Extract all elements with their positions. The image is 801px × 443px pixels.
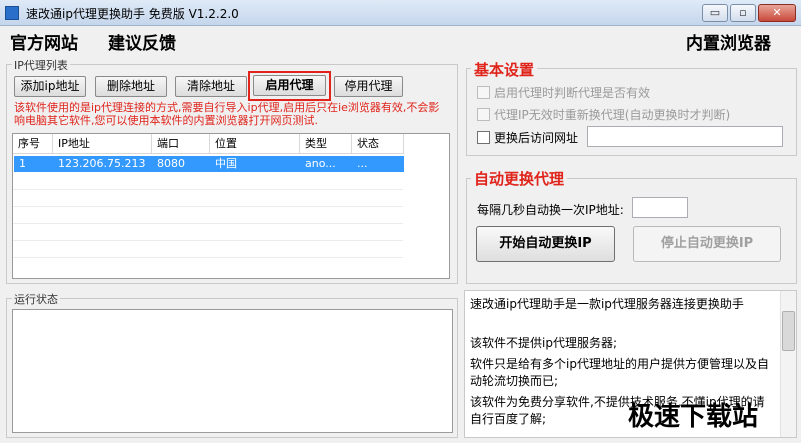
app-icon: [5, 6, 19, 20]
feedback-link[interactable]: 建议反馈: [108, 29, 176, 54]
cell-status: ...: [357, 157, 368, 170]
window-title: 速改通ip代理更换助手 免费版 V1.2.2.0: [26, 7, 239, 21]
grid-line: [13, 189, 403, 190]
column-header-type[interactable]: 类型: [300, 134, 352, 154]
enable-proxy-button[interactable]: 启用代理: [253, 75, 326, 96]
grid-line: [13, 257, 403, 258]
about-paragraph: 该软件不提供ip代理服务器;: [470, 336, 617, 350]
column-header-status[interactable]: 状态: [352, 134, 404, 154]
enable-proxy-highlight: 启用代理: [248, 71, 331, 101]
basic-settings-title: 基本设置: [471, 59, 538, 80]
column-header-ip[interactable]: IP地址: [53, 134, 152, 154]
builtin-browser-link[interactable]: 内置浏览器: [686, 29, 771, 54]
add-ip-button[interactable]: 添加ip地址: [14, 76, 86, 97]
reswitch-invalid-checkbox[interactable]: [477, 108, 490, 121]
stop-auto-change-button[interactable]: 停止自动更换IP: [633, 226, 781, 262]
run-status-log[interactable]: [12, 309, 453, 433]
about-paragraph: 软件只是给有多个ip代理地址的用户提供方便管理以及自动轮流切换而已;: [470, 357, 769, 388]
visit-url-input[interactable]: [587, 126, 783, 147]
about-paragraph: 速改通ip代理助手是一款ip代理服务器连接更换助手: [470, 297, 744, 311]
maximize-button[interactable]: ▫: [730, 4, 756, 22]
cell-port: 8080: [157, 157, 185, 170]
cell-type: ano...: [305, 157, 336, 170]
column-header-index[interactable]: 序号: [13, 134, 53, 154]
proxy-table[interactable]: 序号 IP地址 端口 位置 类型 状态 1 123.206.75.213 808…: [12, 133, 450, 279]
usage-notice: 该软件使用的是ip代理连接的方式,需要自行导入ip代理,启用后只在ie浏览器有效…: [14, 101, 440, 127]
scrollbar-thumb[interactable]: [782, 311, 795, 351]
title-bar: 速改通ip代理更换助手 免费版 V1.2.2.0 ▭ ▫ ✕: [0, 0, 801, 26]
about-scrollbar[interactable]: [780, 291, 796, 437]
column-header-port[interactable]: 端口: [152, 134, 210, 154]
watermark: 极速下载站: [628, 402, 759, 432]
grid-line: [13, 206, 403, 207]
start-auto-change-button[interactable]: 开始自动更换IP: [476, 226, 615, 262]
validate-proxy-checkbox[interactable]: [477, 86, 490, 99]
official-site-link[interactable]: 官方网站: [10, 29, 78, 54]
delete-address-button[interactable]: 删除地址: [95, 76, 167, 97]
validate-proxy-label: 启用代理时判断代理是否有效: [494, 86, 651, 100]
cell-location: 中国: [215, 157, 237, 170]
reswitch-invalid-label: 代理IP无效时重新换代理(自动更换时才判断): [494, 108, 731, 122]
grid-line: [13, 223, 403, 224]
run-status-label: 运行状态: [12, 291, 60, 307]
close-button[interactable]: ✕: [758, 4, 796, 22]
clear-address-button[interactable]: 清除地址: [175, 76, 247, 97]
proxy-list-label: IP代理列表: [12, 57, 70, 73]
interval-label: 每隔几秒自动换一次IP地址:: [477, 203, 624, 217]
interval-input[interactable]: [632, 197, 688, 218]
disable-proxy-button[interactable]: 停用代理: [334, 76, 403, 97]
auto-change-title: 自动更换代理: [471, 168, 568, 189]
minimize-button[interactable]: ▭: [702, 4, 728, 22]
visit-url-label: 更换后访问网址: [494, 131, 579, 145]
visit-url-checkbox[interactable]: [477, 131, 490, 144]
cell-index: 1: [19, 157, 26, 170]
grid-line: [13, 240, 403, 241]
cell-ip: 123.206.75.213: [58, 157, 146, 170]
table-row[interactable]: 1 123.206.75.213 8080 中国 ano... ...: [14, 156, 404, 172]
column-header-location[interactable]: 位置: [210, 134, 300, 154]
